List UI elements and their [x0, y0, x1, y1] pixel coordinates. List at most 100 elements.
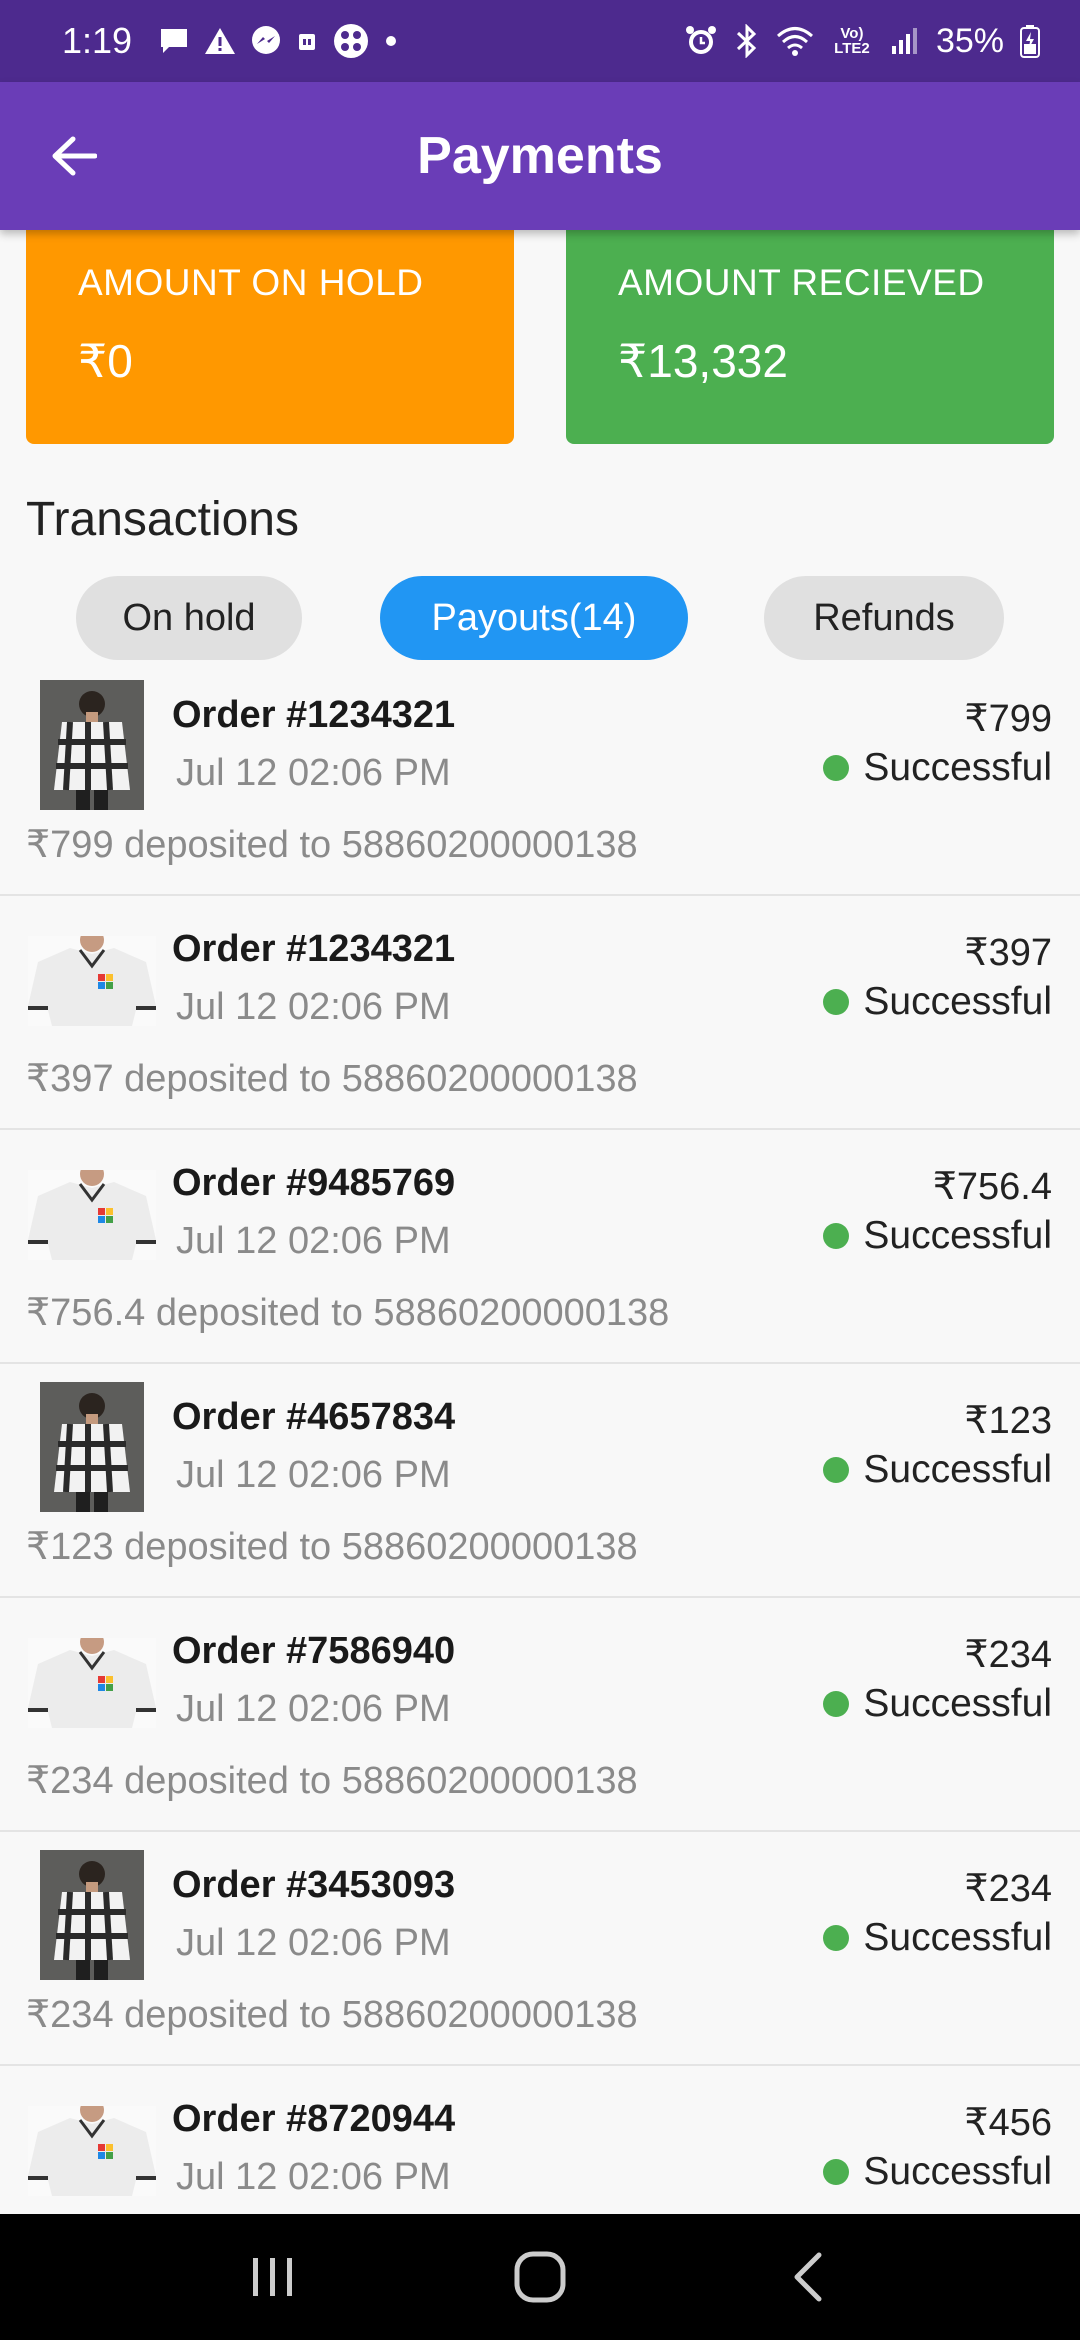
status-badge: Successful [823, 746, 1052, 790]
recent-apps-icon [253, 2258, 293, 2296]
navigation-bar [0, 2214, 1080, 2340]
deposit-info: ₹123 deposited to 58860200000138 [26, 1526, 638, 1568]
battery-icon [1020, 24, 1040, 58]
order-date: Jul 12 02:06 PM [176, 986, 451, 1028]
status-dot-icon [823, 1691, 850, 1717]
amount-on-hold-value: ₹0 [78, 335, 133, 387]
alarm-icon [684, 24, 718, 58]
arrow-left-icon [52, 136, 97, 176]
order-amount: ₹123 [964, 1400, 1052, 1442]
order-number: Order #9485769 [172, 1162, 456, 1204]
order-amount: ₹799 [964, 698, 1052, 740]
recent-apps-button[interactable] [228, 2232, 318, 2322]
deposit-info: ₹799 deposited to 58860200000138 [26, 824, 638, 866]
nav-back-button[interactable] [762, 2232, 852, 2322]
order-amount: ₹456 [964, 2102, 1052, 2144]
network-label: Vo) LTE2 [834, 25, 870, 57]
status-badge: Successful [823, 1214, 1052, 1258]
order-amount: ₹234 [964, 1868, 1052, 1910]
sim-icon [296, 28, 318, 54]
dot-icon [384, 34, 398, 48]
product-thumbnail [40, 1850, 144, 1980]
home-icon [514, 2251, 566, 2303]
status-dot-icon [823, 2159, 850, 2185]
list-item[interactable]: Order #1234321 Jul 12 02:06 PM ₹799 Succ… [0, 662, 1080, 896]
status-badge: Successful [823, 980, 1052, 1024]
bluetooth-icon [734, 24, 760, 58]
transactions-heading: Transactions [26, 493, 299, 546]
order-number: Order #8720944 [172, 2098, 456, 2140]
order-number: Order #1234321 [172, 694, 456, 736]
list-item[interactable]: Order #3453093 Jul 12 02:06 PM ₹234 Succ… [0, 1832, 1080, 2066]
status-text: Successful [863, 2150, 1052, 2193]
status-text: Successful [863, 1448, 1052, 1491]
order-amount: ₹397 [964, 932, 1052, 974]
deposit-info: ₹234 deposited to 58860200000138 [26, 1760, 638, 1802]
deposit-info: ₹234 deposited to 58860200000138 [26, 1994, 638, 2036]
home-button[interactable] [495, 2232, 585, 2322]
status-text: Successful [863, 1214, 1052, 1257]
deposit-info: ₹756.4 deposited to 58860200000138 [26, 1292, 670, 1334]
status-text: Successful [863, 980, 1052, 1023]
amount-on-hold-label: AMOUNT ON HOLD [78, 262, 424, 303]
status-dot-icon [823, 1457, 850, 1483]
tab-refunds[interactable]: Refunds [764, 576, 1004, 660]
list-item[interactable]: Order #8720944 Jul 12 02:06 PM ₹456 Succ… [0, 2066, 1080, 2214]
app-icon [332, 22, 370, 60]
chat-icon [158, 26, 190, 56]
amount-received-label: AMOUNT RECIEVED [618, 262, 985, 303]
status-text: Successful [863, 746, 1052, 789]
tab-on-hold[interactable]: On hold [76, 576, 302, 660]
amount-received-value: ₹13,332 [618, 335, 788, 387]
order-date: Jul 12 02:06 PM [176, 752, 451, 794]
status-badge: Successful [823, 2150, 1052, 2194]
page-title: Payments [417, 127, 663, 185]
transactions-list[interactable]: Order #1234321 Jul 12 02:06 PM ₹799 Succ… [0, 662, 1080, 2214]
order-amount: ₹234 [964, 1634, 1052, 1676]
product-thumbnail [28, 1630, 156, 1728]
status-time: 1:19 [62, 20, 133, 61]
status-dot-icon [823, 1223, 850, 1249]
signal-icon [890, 26, 920, 56]
list-item[interactable]: Order #1234321 Jul 12 02:06 PM ₹397 Succ… [0, 896, 1080, 1130]
order-amount: ₹756.4 [932, 1166, 1052, 1208]
list-item[interactable]: Order #7586940 Jul 12 02:06 PM ₹234 Succ… [0, 1598, 1080, 1832]
messenger-icon [250, 25, 282, 57]
battery-percent: 35% [935, 21, 1004, 60]
amount-on-hold-card: AMOUNT ON HOLD ₹0 [26, 230, 514, 444]
status-badge: Successful [823, 1448, 1052, 1492]
order-number: Order #7586940 [172, 1630, 456, 1672]
order-date: Jul 12 02:06 PM [176, 1220, 451, 1262]
amount-received-card: AMOUNT RECIEVED ₹13,332 [566, 230, 1054, 444]
back-icon [794, 2252, 822, 2302]
back-button[interactable] [44, 126, 104, 186]
order-date: Jul 12 02:06 PM [176, 2156, 451, 2198]
app-bar: Payments [0, 82, 1080, 230]
status-badge: Successful [823, 1916, 1052, 1960]
deposit-info: ₹397 deposited to 58860200000138 [26, 1058, 638, 1100]
status-dot-icon [823, 989, 850, 1015]
product-thumbnail [28, 2098, 156, 2196]
product-thumbnail [40, 1382, 144, 1512]
status-text: Successful [863, 1682, 1052, 1725]
order-date: Jul 12 02:06 PM [176, 1922, 451, 1964]
product-thumbnail [28, 1162, 156, 1260]
product-thumbnail [28, 928, 156, 1026]
wifi-icon [776, 25, 814, 57]
order-date: Jul 12 02:06 PM [176, 1454, 451, 1496]
status-badge: Successful [823, 1682, 1052, 1726]
status-dot-icon [823, 1925, 850, 1951]
tab-payouts[interactable]: Payouts(14) [380, 576, 688, 660]
summary-cards: AMOUNT ON HOLD ₹0 AMOUNT RECIEVED ₹13,33… [0, 230, 1080, 444]
list-item[interactable]: Order #9485769 Jul 12 02:06 PM ₹756.4 Su… [0, 1130, 1080, 1364]
order-number: Order #3453093 [172, 1864, 456, 1906]
product-thumbnail [40, 680, 144, 810]
order-date: Jul 12 02:06 PM [176, 1688, 451, 1730]
status-bar: 1:19 Vo) LTE2 35% [0, 0, 1080, 82]
status-text: Successful [863, 1916, 1052, 1959]
order-number: Order #1234321 [172, 928, 456, 970]
list-item[interactable]: Order #4657834 Jul 12 02:06 PM ₹123 Succ… [0, 1364, 1080, 1598]
warning-icon [204, 26, 236, 56]
status-dot-icon [823, 755, 850, 781]
order-number: Order #4657834 [172, 1396, 456, 1438]
